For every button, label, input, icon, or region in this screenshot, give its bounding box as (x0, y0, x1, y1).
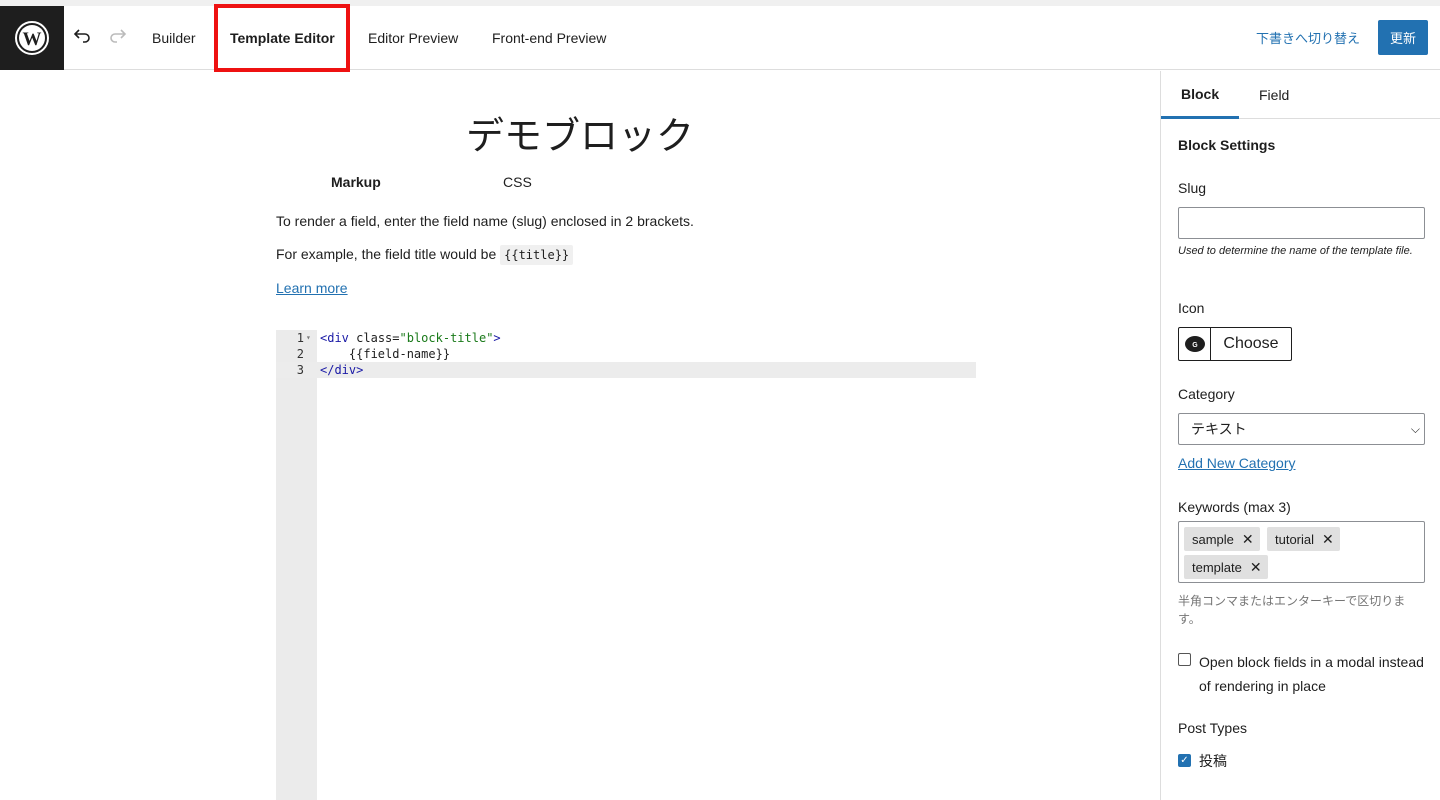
tab-field[interactable]: Field (1239, 71, 1309, 119)
code-text: </div> (320, 363, 364, 377)
code-line: 3 </div> (276, 362, 976, 378)
info-example-text: For example, the field title would be (276, 246, 497, 262)
code-line: 1 ▾ <div class="block-title"> (276, 330, 976, 346)
fold-arrow-icon[interactable]: ▾ (306, 330, 311, 346)
code-line: 2 {{field-name}} (276, 346, 976, 362)
icon-label: Icon (1178, 300, 1205, 316)
learn-more-link[interactable]: Learn more (276, 280, 348, 296)
block-icon-preview: G (1179, 328, 1211, 360)
sidebar-tabs: Block Field (1161, 71, 1440, 119)
add-new-category-link[interactable]: Add New Category (1178, 455, 1296, 471)
tab-css[interactable]: CSS (503, 174, 532, 190)
example-code: {{title}} (500, 245, 574, 265)
post-type-row: ✓ 投稿 (1178, 751, 1227, 771)
keyword-chip: sample ✕ (1184, 527, 1260, 551)
keyword-label: template (1192, 559, 1242, 575)
category-value: テキスト (1191, 421, 1247, 437)
tab-builder[interactable]: Builder (152, 6, 196, 70)
info-text: To render a field, enter the field name … (276, 213, 694, 229)
svg-text:G: G (1192, 342, 1198, 349)
tab-editor-preview[interactable]: Editor Preview (368, 6, 458, 70)
remove-keyword-icon[interactable]: ✕ (1242, 531, 1254, 548)
top-toolbar: W Builder Template Editor Editor Preview… (0, 0, 1440, 72)
category-label: Category (1178, 386, 1235, 402)
keyword-chip: template ✕ (1184, 555, 1268, 579)
wordpress-logo-icon[interactable]: W (0, 6, 64, 70)
keywords-input[interactable]: sample ✕ tutorial ✕ template ✕ (1178, 521, 1425, 583)
settings-sidebar: Block Field Block Settings Slug Used to … (1160, 71, 1440, 800)
code-editor[interactable]: 1 ▾ <div class="block-title"> 2 {{field-… (276, 330, 976, 800)
tab-block[interactable]: Block (1161, 71, 1240, 119)
remove-keyword-icon[interactable]: ✕ (1322, 531, 1334, 548)
modal-option-row: Open block fields in a modal instead of … (1178, 650, 1439, 698)
code-text: {{field-name}} (320, 347, 451, 361)
slug-label: Slug (1178, 180, 1207, 196)
tab-template-editor[interactable]: Template Editor (230, 6, 335, 70)
info-example: For example, the field title would be {{… (276, 245, 574, 265)
template-editor-canvas: デモブロック Markup CSS To render a field, ent… (0, 71, 1160, 800)
keyword-label: sample (1192, 531, 1234, 547)
slug-input[interactable] (1178, 207, 1425, 239)
code-text: <div class="block-title"> (320, 331, 501, 345)
choose-icon-button[interactable]: G Choose (1178, 327, 1292, 361)
category-select[interactable]: テキスト ⌵ (1178, 413, 1425, 445)
line-number: 3 (296, 363, 304, 377)
undo-icon[interactable] (72, 26, 92, 46)
editor-gutter (276, 330, 317, 800)
tab-front-end-preview[interactable]: Front-end Preview (492, 6, 606, 70)
remove-keyword-icon[interactable]: ✕ (1250, 559, 1262, 576)
keywords-hint: 半角コンマまたはエンターキーで区切ります。 (1178, 594, 1406, 626)
post-type-label: 投稿 (1199, 753, 1227, 769)
post-type-checkbox[interactable]: ✓ (1178, 754, 1191, 767)
line-number: 1 (296, 331, 304, 345)
keywords-label: Keywords (max 3) (1178, 499, 1291, 515)
block-title: デモブロック (465, 116, 694, 158)
chevron-down-icon: ⌵ (1410, 422, 1420, 436)
toolbar-top-strip (0, 0, 1440, 6)
update-button[interactable]: 更新 (1378, 20, 1428, 55)
svg-text:W: W (23, 29, 42, 50)
redo-icon[interactable] (108, 26, 128, 46)
modal-checkbox[interactable] (1178, 653, 1191, 666)
choose-label: Choose (1223, 335, 1279, 352)
slug-help-text: Used to determine the name of the templa… (1178, 245, 1413, 257)
keyword-label: tutorial (1275, 531, 1315, 547)
tab-markup[interactable]: Markup (331, 174, 381, 190)
genesis-icon: G (1184, 336, 1205, 352)
line-number: 2 (296, 347, 304, 361)
keyword-chip: tutorial ✕ (1267, 527, 1340, 551)
switch-to-draft-link[interactable]: 下書きへ切り替え (1256, 28, 1360, 47)
post-types-label: Post Types (1178, 720, 1248, 736)
modal-option-label: Open block fields in a modal instead of … (1199, 654, 1424, 694)
block-settings-heading: Block Settings (1178, 137, 1276, 153)
